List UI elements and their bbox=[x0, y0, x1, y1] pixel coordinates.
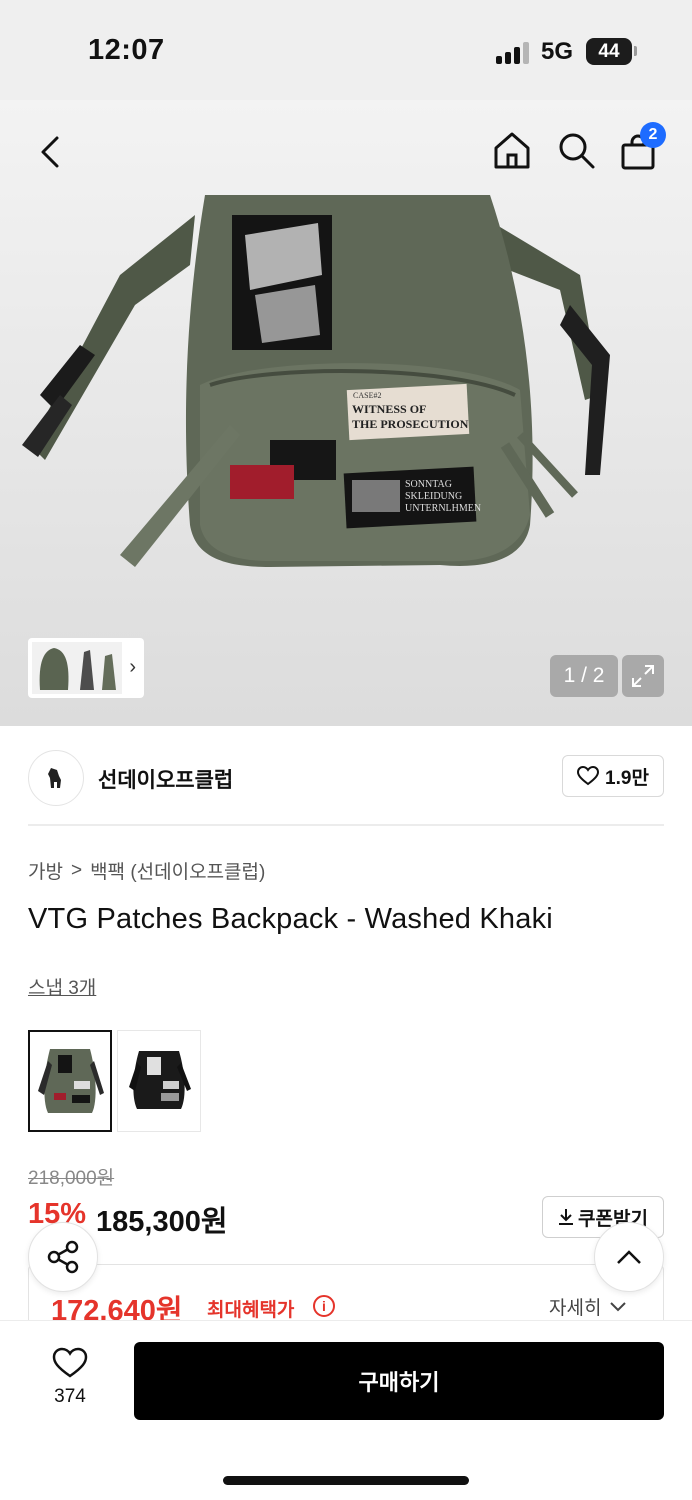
scroll-top-button[interactable] bbox=[594, 1222, 664, 1292]
breadcrumb-separator: > bbox=[70, 859, 83, 881]
cart-button[interactable]: 2 bbox=[618, 122, 666, 172]
breadcrumb-subcategory[interactable]: 백팩 (선데이오프클럽) bbox=[90, 857, 265, 884]
breadcrumb: 가방 > 백팩 (선데이오프클럽) bbox=[28, 857, 265, 884]
expand-button[interactable] bbox=[622, 655, 664, 697]
wishlist-count: 374 bbox=[54, 1386, 86, 1407]
heart-icon bbox=[577, 766, 600, 786]
detail-label: 자세히 bbox=[549, 1298, 602, 1319]
heart-icon bbox=[52, 1347, 88, 1378]
brand-like-count: 1.9만 bbox=[605, 767, 649, 789]
back-icon bbox=[41, 136, 59, 168]
chevron-right-icon: › bbox=[129, 656, 136, 678]
wishlist-button[interactable]: 374 bbox=[40, 1347, 100, 1408]
svg-text:WITNESS OF: WITNESS OF bbox=[352, 402, 426, 416]
variant-black-image bbox=[129, 1051, 191, 1109]
breadcrumb-category[interactable]: 가방 bbox=[28, 857, 63, 884]
patch-case-text: CASE#2 bbox=[353, 391, 381, 400]
svg-text:THE PROSECUTION: THE PROSECUTION bbox=[352, 417, 469, 431]
buy-button[interactable]: 구매하기 bbox=[134, 1342, 664, 1420]
product-image: CASE#2 WITNESS OF THE PROSECUTION SONNTA… bbox=[22, 195, 610, 567]
search-button[interactable] bbox=[554, 128, 598, 172]
original-price: 218,000원 bbox=[28, 1168, 115, 1189]
battery-icon: 44 bbox=[586, 38, 632, 65]
thumbnail-strip[interactable]: › bbox=[28, 638, 144, 698]
variant-black[interactable] bbox=[117, 1030, 201, 1132]
benefit-label: 최대혜택가 bbox=[207, 1300, 295, 1321]
variant-khaki-image bbox=[38, 1049, 104, 1113]
status-bar: 12:07 5G 44 bbox=[0, 0, 692, 100]
bottom-bar: 374 구매하기 bbox=[0, 1320, 692, 1500]
battery-tip bbox=[634, 46, 637, 56]
detail-toggle[interactable]: 자세히 bbox=[549, 1293, 627, 1320]
variant-khaki[interactable] bbox=[28, 1030, 112, 1132]
snap-link[interactable]: 스냅 3개 bbox=[28, 973, 96, 1000]
product-gallery[interactable]: 2 CASE#2 WITNESS OF THE PROSECUTION SONN… bbox=[0, 100, 692, 726]
brand-like-button[interactable]: 1.9만 bbox=[562, 755, 664, 797]
thumbnail-image bbox=[32, 642, 122, 694]
svg-text:UNTERNLHMEN: UNTERNLHMEN bbox=[405, 503, 481, 514]
home-icon bbox=[494, 132, 530, 169]
home-button[interactable] bbox=[490, 128, 534, 172]
info-icon[interactable]: i bbox=[313, 1295, 335, 1317]
brand-row[interactable]: 선데이오프클럽 1.9만 bbox=[28, 750, 664, 806]
signal-icon bbox=[496, 42, 530, 64]
chevron-down-icon bbox=[610, 1301, 627, 1311]
brand-name[interactable]: 선데이오프클럽 bbox=[98, 764, 233, 794]
back-button[interactable] bbox=[28, 130, 72, 174]
product-title: VTG Patches Backpack - Washed Khaki bbox=[28, 903, 553, 935]
network-label: 5G bbox=[541, 38, 574, 65]
brand-avatar[interactable] bbox=[28, 750, 84, 806]
cart-badge: 2 bbox=[640, 122, 666, 148]
status-time: 12:07 bbox=[88, 34, 165, 66]
chevron-up-icon bbox=[617, 1250, 641, 1264]
page-indicator: 1 / 2 bbox=[550, 655, 618, 697]
download-icon bbox=[559, 1209, 574, 1225]
search-icon bbox=[559, 133, 595, 169]
divider bbox=[28, 824, 664, 826]
sale-price: 185,300원 bbox=[96, 1206, 228, 1238]
expand-icon bbox=[632, 665, 654, 687]
home-indicator bbox=[223, 1476, 469, 1485]
brand-logo-icon bbox=[48, 768, 61, 788]
svg-text:SKLEIDUNG: SKLEIDUNG bbox=[405, 491, 462, 502]
svg-text:SONNTAG: SONNTAG bbox=[405, 479, 452, 490]
share-icon bbox=[47, 1240, 79, 1274]
share-button[interactable] bbox=[28, 1222, 98, 1292]
